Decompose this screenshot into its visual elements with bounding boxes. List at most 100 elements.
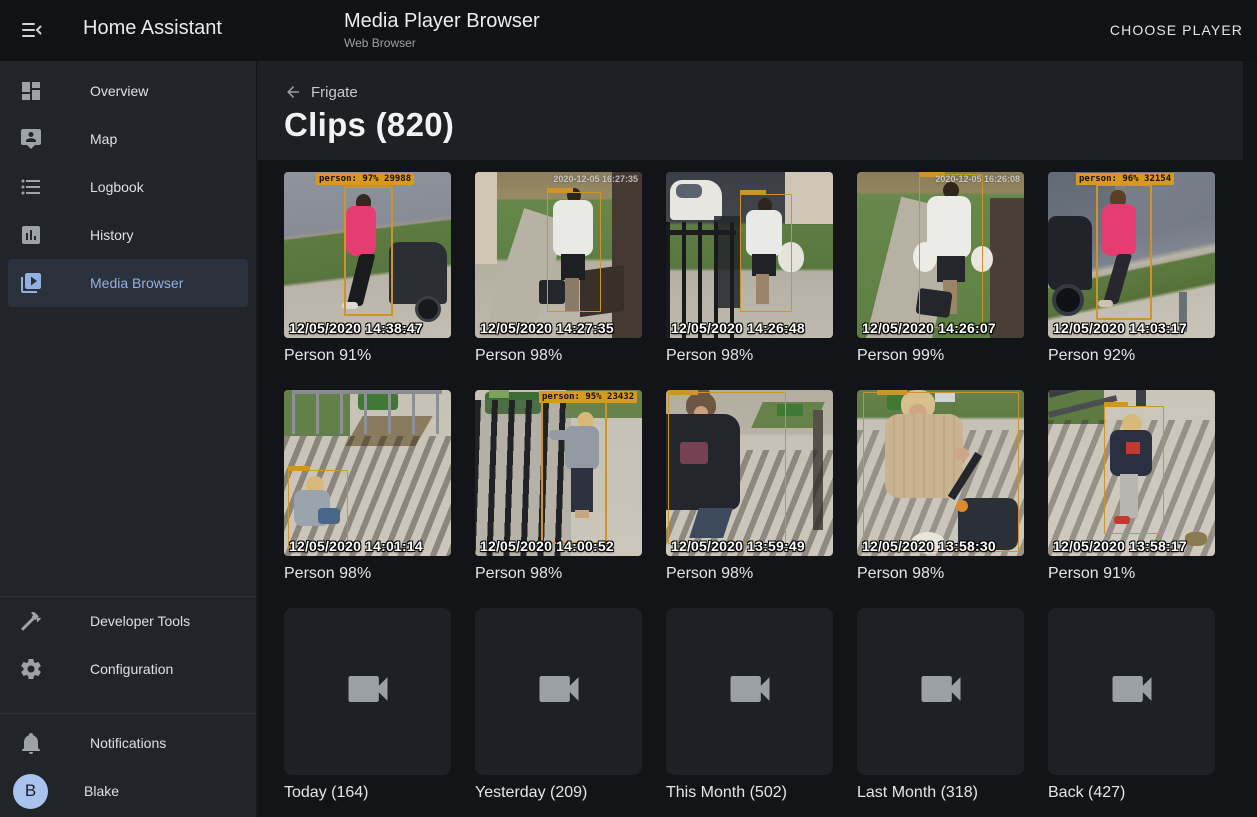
list-bulleted-icon [19,175,43,199]
clip-label: Person 99% [857,347,1024,365]
timestamp-overlay: 12/05/2020 14:27:35 [480,320,614,336]
scene-shape [785,172,833,224]
detection-label-chip: person: 96% 32154 [1076,173,1174,185]
sidebar-item-label: Configuration [90,661,173,677]
detection-label-chip: person: 95% 23432 [539,391,637,403]
play-box-multiple-icon [19,271,43,295]
detection-bbox [547,192,601,312]
scene-shape [666,230,736,235]
sidebar-item-overview[interactable]: Overview [8,67,248,115]
clip-label: Person 91% [1048,565,1215,583]
sidebar-item-label: History [90,227,134,243]
clip-thumbnail[interactable]: 12/05/2020 14:01:14 [284,390,451,556]
timestamp-overlay: 12/05/2020 14:01:14 [289,538,423,554]
clip-item[interactable]: 12/05/2020 13:58:17 Person 91% [1048,390,1215,583]
clip-item[interactable]: person: 97% 29988 12/05/2020 14:38:47 Pe… [284,172,451,365]
clip-item[interactable]: 12/05/2020 14:26:48 Person 98% [666,172,833,365]
folder-thumbnail[interactable] [857,608,1024,775]
clip-thumbnail[interactable]: 2020-12-05 16:26:08 12/05/2020 14:26:07 [857,172,1024,338]
clip-label: Person 98% [666,565,833,583]
dashboard-icon [19,79,43,103]
clip-thumbnail[interactable]: person: 96% 32154 12/05/2020 14:03:17 [1048,172,1215,338]
clip-item[interactable]: 12/05/2020 13:59:49 Person 98% [666,390,833,583]
page-title: Clips (820) [257,106,1243,144]
gear-icon [19,657,43,681]
clip-item[interactable]: person: 95% 23432 12/05/2020 14:00:52 Pe… [475,390,642,583]
sidebar-item-notifications[interactable]: Notifications [8,719,248,767]
clip-thumbnail[interactable]: 12/05/2020 13:58:17 [1048,390,1215,556]
sidebar-item-logbook[interactable]: Logbook [8,163,248,211]
folder-thumbnail[interactable] [666,608,833,775]
user-name-label: Blake [84,783,119,799]
scene-shape [1136,390,1146,406]
clip-thumbnail[interactable]: person: 95% 23432 12/05/2020 14:00:52 [475,390,642,556]
clip-label: Person 98% [857,565,1024,583]
breadcrumb-label: Frigate [311,84,358,101]
scene-shape [612,172,642,338]
sidebar-item-label: Media Browser [90,275,183,291]
timestamp-overlay: 12/05/2020 14:26:07 [862,320,996,336]
scene-shape [990,198,1024,338]
clip-item[interactable]: 12/05/2020 14:01:14 Person 98% [284,390,451,583]
sidebar-toggle-button[interactable] [20,18,44,42]
clip-item[interactable]: 12/05/2020 13:58:30 Person 98% [857,390,1024,583]
video-camera-icon [342,663,394,720]
sidebar-item-label: Notifications [90,735,166,751]
chart-box-icon [19,223,43,247]
breadcrumb-back[interactable]: Frigate [257,61,1243,101]
clip-thumbnail[interactable]: 12/05/2020 13:58:30 [857,390,1024,556]
scene-shape [1048,216,1092,290]
folder-thumbnail[interactable] [284,608,451,775]
detection-bbox [919,174,983,328]
folder-label: Back (427) [1048,784,1215,802]
folder-thumbnail[interactable] [475,608,642,775]
folder-thumbnail[interactable] [1048,608,1215,775]
scene-shape [389,242,447,304]
clip-thumbnail[interactable]: 12/05/2020 13:59:49 [666,390,833,556]
clip-thumbnail[interactable]: 12/05/2020 14:26:48 [666,172,833,338]
folder-label: Last Month (318) [857,784,1024,802]
page-heading: Media Player Browser Web Browser [344,9,540,51]
scene-shape [676,184,702,198]
detection-bbox [1104,406,1164,534]
camera-osd-text: 2020-12-05 16:27:35 [553,174,638,184]
clip-thumbnail[interactable]: 2020-12-05 16:27:35 12/05/2020 14:27:35 [475,172,642,338]
detection-bbox [740,194,792,312]
detection-chip-small [288,466,310,471]
folder-item[interactable]: Today (164) [284,608,451,802]
sidebar-item-map[interactable]: Map [8,115,248,163]
clip-item[interactable]: person: 96% 32154 12/05/2020 14:03:17 Pe… [1048,172,1215,365]
clip-thumbnail[interactable]: person: 97% 29988 12/05/2020 14:38:47 [284,172,451,338]
sidebar-item-developer-tools[interactable]: Developer Tools [8,597,248,645]
folder-item[interactable]: Last Month (318) [857,608,1024,802]
sidebar: Overview Map Logbook History Media Brows… [0,61,257,817]
sidebar-item-media-browser[interactable]: Media Browser [8,259,248,307]
sidebar-item-configuration[interactable]: Configuration [8,645,248,693]
detection-bbox [668,392,786,544]
media-player-browser-subtitle: Web Browser [344,35,540,51]
timestamp-overlay: 12/05/2020 13:58:17 [1053,538,1187,554]
sidebar-item-label: Map [90,131,117,147]
detection-bbox [863,392,1019,552]
clip-item[interactable]: 2020-12-05 16:26:08 12/05/2020 14:26:07 … [857,172,1024,365]
clip-item[interactable]: 2020-12-05 16:27:35 12/05/2020 14:27:35 … [475,172,642,365]
scene-shape [415,296,441,322]
timestamp-overlay: 12/05/2020 14:03:17 [1053,320,1187,336]
clips-grid: person: 97% 29988 12/05/2020 14:38:47 Pe… [257,160,1257,817]
sidebar-item-label: Developer Tools [90,613,190,629]
content-header: Frigate Clips (820) [257,61,1243,160]
detection-chip-small [668,390,698,395]
map-account-icon [19,127,43,151]
media-browser-content: Frigate Clips (820) person: 97% 29988 12… [257,61,1257,817]
video-camera-icon [1106,663,1158,720]
clip-label: Person 92% [1048,347,1215,365]
choose-player-button[interactable]: CHOOSE PLAYER [1106,20,1247,40]
video-camera-icon [724,663,776,720]
sidebar-item-user-profile[interactable]: B Blake [8,767,248,815]
detection-bbox [344,186,393,316]
folder-item[interactable]: Back (427) [1048,608,1215,802]
detection-chip-small [547,188,573,193]
folder-item[interactable]: Yesterday (209) [475,608,642,802]
folder-item[interactable]: This Month (502) [666,608,833,802]
sidebar-item-history[interactable]: History [8,211,248,259]
